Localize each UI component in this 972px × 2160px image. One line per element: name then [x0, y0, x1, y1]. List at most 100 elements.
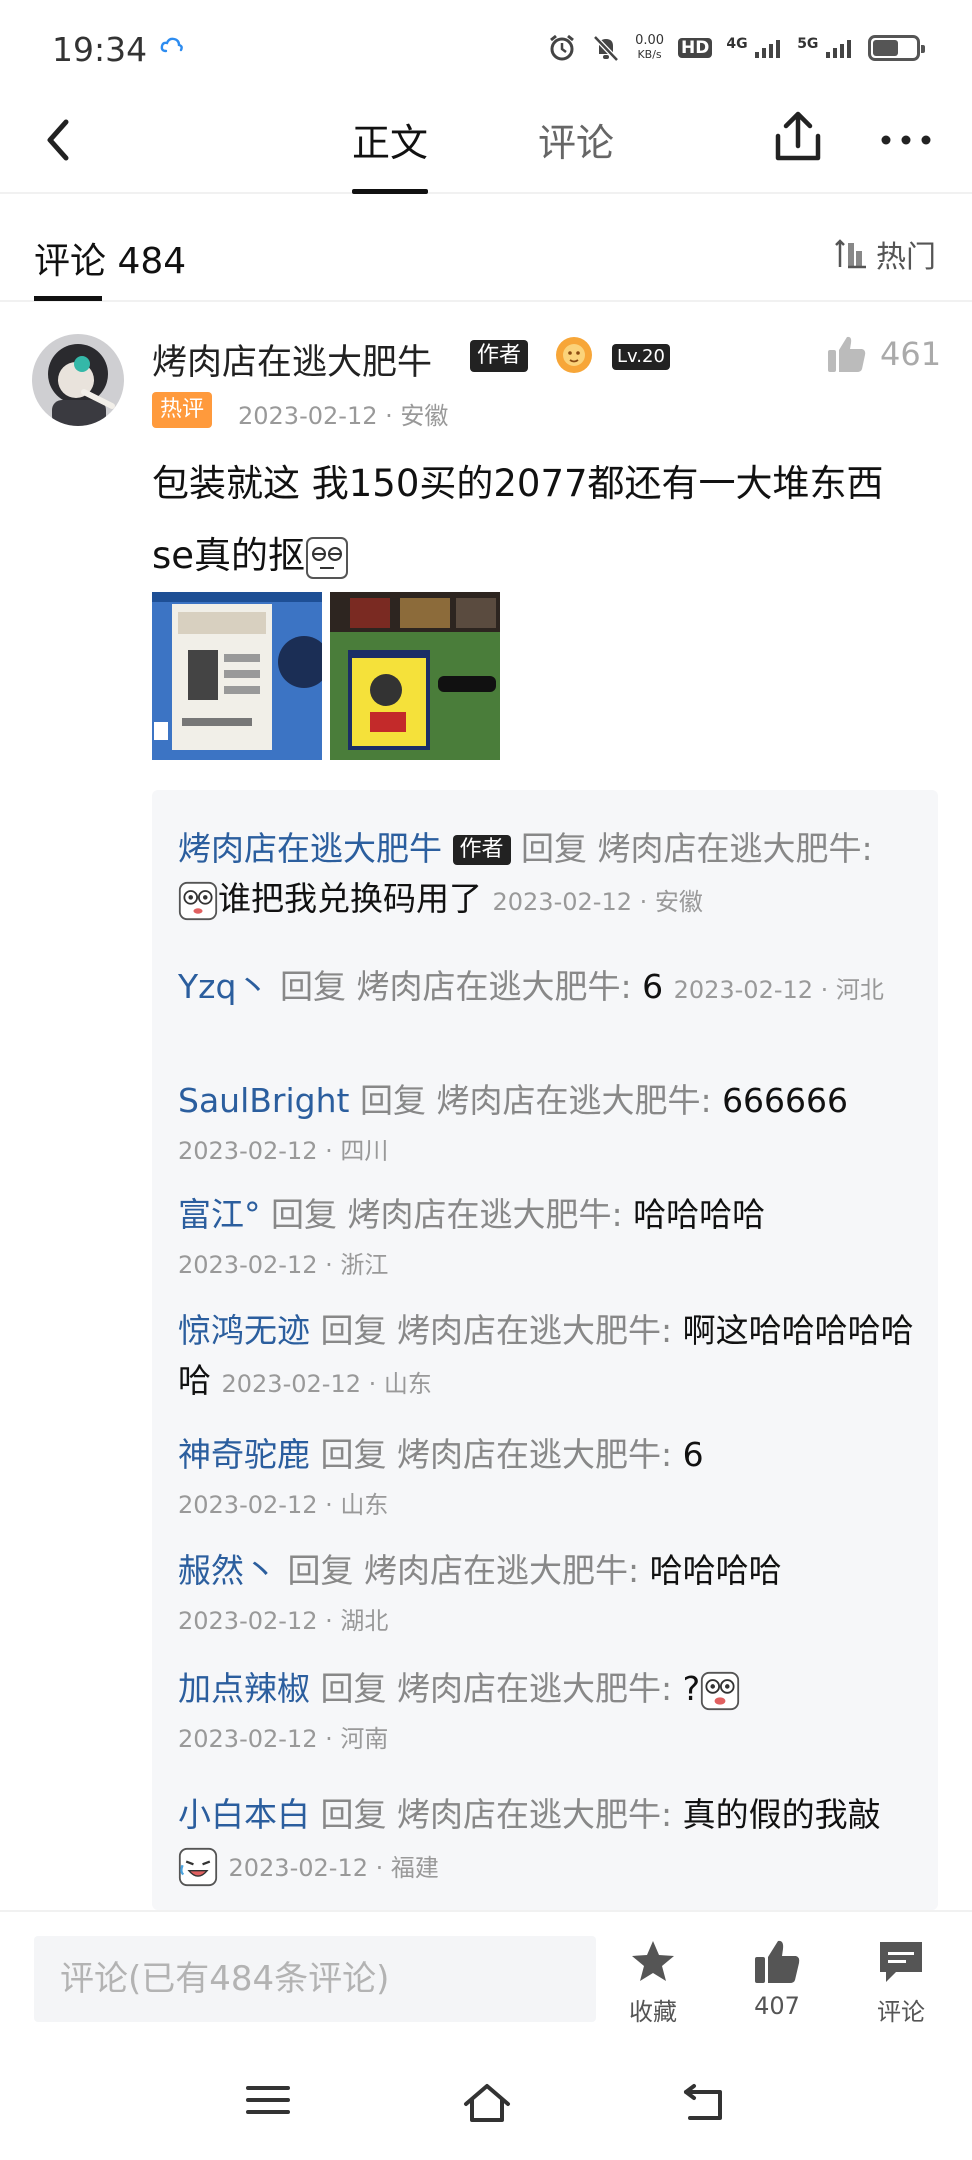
photo-game-package-icon — [152, 592, 322, 760]
net-5g-label: 5G — [797, 36, 819, 52]
reply-target[interactable]: 烤肉店在逃大肥牛: — [598, 829, 873, 868]
lion-medal-icon — [556, 337, 592, 373]
comments-header: 评论 484 热门 — [0, 196, 972, 302]
star-icon — [632, 1941, 674, 1981]
share-icon[interactable] — [770, 108, 826, 168]
reply-meta: 2023-02-12 · 河北 — [673, 976, 884, 1004]
reply-text: 哈哈哈哈 — [649, 1551, 782, 1590]
battery-icon — [868, 35, 925, 61]
comment-like-button[interactable]: 461 — [826, 334, 941, 374]
reply-target[interactable]: 烤肉店在逃大肥牛: — [436, 1081, 711, 1120]
tab-article-label: 正文 — [352, 121, 429, 165]
tab-comments[interactable]: 评论 — [538, 112, 614, 194]
reply-item[interactable]: SaulBright 回复 烤肉店在逃大肥牛: 666666 2023-02-1… — [178, 1076, 918, 1176]
reply-target[interactable]: 烤肉店在逃大肥牛: — [348, 1195, 623, 1234]
laughing-face-icon — [178, 1847, 218, 1886]
reply-word: 回复 — [271, 1195, 337, 1234]
comment-image[interactable] — [152, 592, 322, 760]
status-bar: 19:34 0.00 KB/s HD 4G 5G — [0, 0, 972, 90]
wide-eyed-face-icon — [178, 881, 218, 920]
sort-icon — [835, 239, 866, 269]
sort-button[interactable]: 热门 — [834, 232, 936, 276]
menu-icon[interactable] — [244, 2080, 292, 2120]
hot-comment-badge: 热评 — [152, 392, 213, 428]
comment-input[interactable] — [34, 1936, 596, 2022]
reply-item[interactable]: 加点辣椒 回复 烤肉店在逃大肥牛: ? 2023-02-12 · 河南 — [178, 1664, 918, 1764]
status-time: 19:34 — [52, 30, 148, 69]
tab-comments-label: 评论 — [538, 121, 615, 165]
like-count: 407 — [754, 1992, 800, 2020]
reply-item[interactable]: 小白本白 回复 烤肉店在逃大肥牛: 真的假的我敲 2023-02-12 · 福建 — [178, 1790, 918, 1893]
reply-username[interactable]: 小白本白 — [178, 1795, 310, 1834]
avatar-image — [32, 334, 124, 426]
reply-text: 666666 — [722, 1081, 849, 1120]
reply-target[interactable]: 烤肉店在逃大肥牛: — [356, 967, 631, 1006]
battery-fill — [873, 40, 899, 56]
status-icons: 0.00 KB/s HD 4G 5G — [547, 28, 925, 68]
reply-meta: 2023-02-12 · 山东 — [178, 1491, 389, 1519]
avatar[interactable] — [32, 334, 124, 426]
net-4g-label: 4G — [726, 36, 748, 52]
hd-indicator: HD — [678, 38, 713, 58]
favorite-button[interactable]: 收藏 — [608, 1938, 698, 2027]
comment-meta: 2023-02-12 · 安徽 — [238, 402, 449, 430]
comment-username[interactable]: 烤肉店在逃大肥牛 — [152, 334, 432, 385]
photo-cyberpunk-case-icon — [330, 592, 500, 760]
reply-item[interactable]: 赧然丶 回复 烤肉店在逃大肥牛: 哈哈哈哈 2023-02-12 · 湖北 — [178, 1546, 918, 1646]
mute-bell-icon — [593, 35, 619, 62]
reply-meta: 2023-02-12 · 安徽 — [492, 888, 703, 916]
reply-meta: 2023-02-12 · 山东 — [221, 1370, 432, 1398]
reply-target[interactable]: 烤肉店在逃大肥牛: — [397, 1795, 672, 1834]
more-icon[interactable] — [876, 120, 936, 160]
reply-target[interactable]: 烤肉店在逃大肥牛: — [397, 1669, 672, 1708]
reply-username[interactable]: 神奇驼鹿 — [178, 1435, 310, 1474]
reply-item[interactable]: Yzq丶 回复 烤肉店在逃大肥牛: 6 2023-02-12 · 河北 — [178, 962, 918, 1015]
system-nav-bar — [0, 2040, 972, 2160]
reply-username[interactable]: 烤肉店在逃大肥牛 — [178, 829, 442, 868]
speed-unit: KB/s — [637, 48, 662, 61]
reply-item[interactable]: 惊鸿无迹 回复 烤肉店在逃大肥牛: 啊这哈哈哈哈哈哈 2023-02-12 · … — [178, 1306, 918, 1409]
reply-thread: 烤肉店在逃大肥牛 作者 回复 烤肉店在逃大肥牛: 谁把我兑换码用了 2023-0… — [152, 790, 938, 1910]
reply-username[interactable]: 加点辣椒 — [178, 1669, 310, 1708]
reply-username[interactable]: 惊鸿无迹 — [178, 1311, 310, 1350]
reply-word: 回复 — [287, 1551, 354, 1590]
thumbs-up-icon — [755, 1940, 800, 1983]
reply-item[interactable]: 富江° 回复 烤肉店在逃大肥牛: 哈哈哈哈 2023-02-12 · 浙江 — [178, 1190, 918, 1290]
reply-word: 回复 — [320, 1435, 387, 1474]
reply-username[interactable]: 赧然丶 — [178, 1551, 277, 1590]
comment-like-count: 461 — [880, 335, 942, 373]
shocked-face-icon — [701, 1671, 740, 1710]
reply-meta: 2023-02-12 · 浙江 — [178, 1251, 389, 1279]
favorite-label: 收藏 — [629, 1998, 677, 2026]
reply-username[interactable]: SaulBright — [178, 1081, 349, 1120]
level-badge: Lv.20 — [612, 344, 670, 370]
signal-bars-icon — [826, 40, 851, 58]
return-icon[interactable] — [680, 2080, 728, 2124]
reply-meta: 2023-02-12 · 福建 — [228, 1854, 439, 1882]
network-speed: 0.00 KB/s — [635, 34, 664, 62]
signal-5g: 5G — [797, 36, 854, 60]
comment-body-text: se真的抠 — [152, 534, 306, 577]
reply-meta: 2023-02-12 · 河南 — [178, 1725, 389, 1753]
like-button[interactable]: 407 — [732, 1938, 822, 2020]
reply-text: 6 — [682, 1435, 704, 1474]
reply-target[interactable]: 烤肉店在逃大肥牛: — [397, 1435, 672, 1474]
back-arrow-icon[interactable] — [34, 110, 84, 170]
reply-item[interactable]: 烤肉店在逃大肥牛 作者 回复 烤肉店在逃大肥牛: 谁把我兑换码用了 2023-0… — [178, 824, 918, 927]
reply-username[interactable]: 富江° — [178, 1195, 261, 1234]
reply-username[interactable]: Yzq丶 — [178, 967, 269, 1006]
comment-image[interactable] — [330, 592, 500, 760]
reply-target[interactable]: 烤肉店在逃大肥牛: — [397, 1311, 672, 1350]
reply-target[interactable]: 烤肉店在逃大肥牛: — [364, 1551, 639, 1590]
sort-label: 热门 — [876, 240, 936, 275]
tab-article[interactable]: 正文 — [352, 112, 429, 194]
comments-title-underline — [34, 296, 102, 301]
reply-item[interactable]: 神奇驼鹿 回复 烤肉店在逃大肥牛: 6 2023-02-12 · 山东 — [178, 1430, 918, 1530]
cloud-sync-icon — [160, 37, 183, 53]
bottom-action-bar: 收藏 407 评论 — [0, 1910, 972, 2026]
reply-text: 6 — [642, 967, 664, 1006]
home-icon[interactable] — [460, 2080, 514, 2124]
comment-body: 包装就这 我150买的2077都还有一大堆东西 se真的抠 — [152, 448, 942, 592]
thumbs-up-icon — [828, 336, 866, 372]
comment-button[interactable]: 评论 — [856, 1938, 946, 2027]
